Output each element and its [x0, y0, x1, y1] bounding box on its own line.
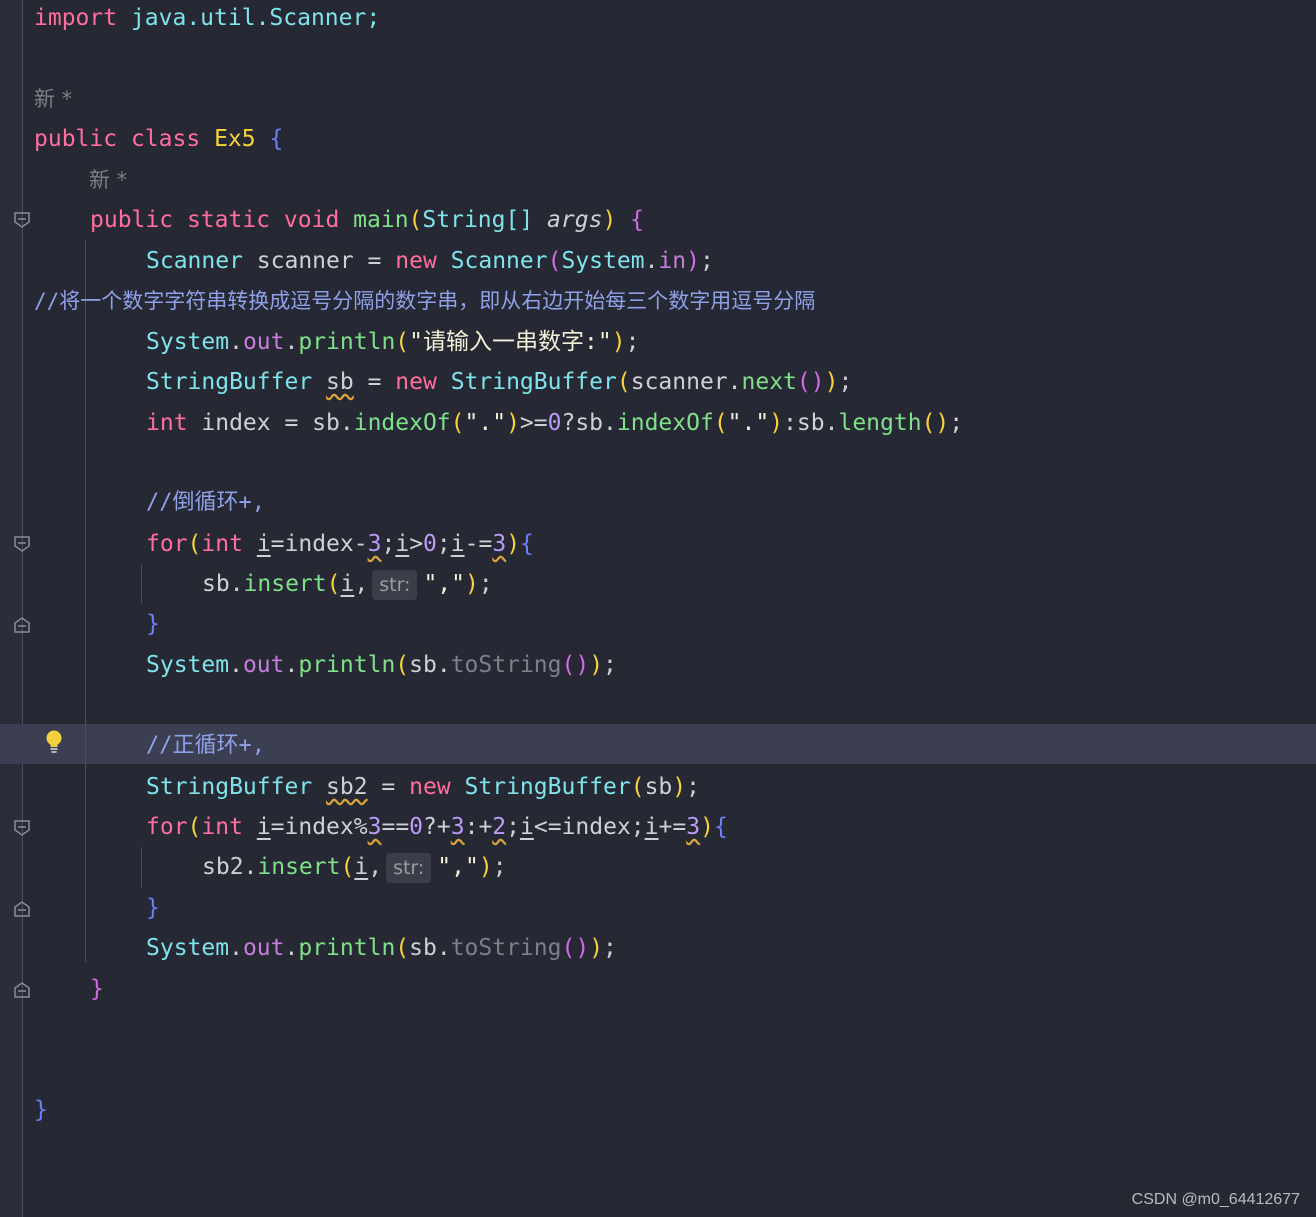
code-comment[interactable]: //将一个数字字符串转换成逗号分隔的数字串，即从右边开始每三个数字用逗号分隔 [34, 281, 815, 321]
code-editor[interactable]: import java.util.Scanner; 新 * public cla… [0, 0, 1316, 1217]
parameter-hint: str: [372, 569, 418, 600]
indent-guide [85, 240, 86, 962]
code-line-insert[interactable]: sb2.insert(i, str: ","); [202, 847, 507, 887]
code-line-println-prompt[interactable]: System.out.println("请输入一串数字:"); [146, 322, 639, 362]
closing-brace[interactable]: } [146, 604, 160, 644]
lightbulb-icon[interactable] [44, 729, 64, 755]
author-hint[interactable]: 新 * [89, 160, 127, 200]
code-line-sb2[interactable]: StringBuffer sb2 = new StringBuffer(sb); [146, 767, 700, 807]
closing-brace[interactable]: } [90, 969, 104, 1009]
fold-marker-icon[interactable] [13, 211, 31, 229]
author-hint[interactable]: 新 * [34, 79, 72, 119]
closing-brace[interactable]: } [146, 888, 160, 928]
code-line-for-forward[interactable]: for(int i=index%3==0?+3:+2;i<=index;i+=3… [146, 807, 728, 847]
code-line-sb[interactable]: StringBuffer sb = new StringBuffer(scann… [146, 362, 852, 402]
code-line-import[interactable]: import java.util.Scanner; [34, 0, 380, 38]
code-line-println[interactable]: System.out.println(sb.toString()); [146, 645, 617, 685]
indent-guide [141, 847, 142, 887]
closing-brace[interactable]: } [34, 1090, 48, 1130]
fold-marker-icon[interactable] [13, 819, 31, 837]
watermark: CSDN @m0_64412677 [1131, 1191, 1300, 1208]
indent-guide [141, 564, 142, 604]
code-line-insert[interactable]: sb.insert(i, str: ","); [202, 564, 493, 604]
code-comment[interactable]: //正循环+, [146, 726, 265, 766]
code-line-index[interactable]: int index = sb.indexOf(".")>=0?sb.indexO… [146, 403, 963, 443]
code-line-for-reverse[interactable]: for(int i=index-3;i>0;i-=3){ [146, 524, 534, 564]
parameter-hint: str: [386, 852, 432, 883]
code-line-println[interactable]: System.out.println(sb.toString()); [146, 928, 617, 968]
editor-gutter [0, 0, 23, 1217]
code-line-main[interactable]: public static void main(String[] args) { [90, 200, 644, 240]
code-comment[interactable]: //倒循环+, [146, 483, 265, 523]
fold-end-marker-icon[interactable] [13, 981, 31, 999]
fold-marker-icon[interactable] [13, 535, 31, 553]
code-line-scanner[interactable]: Scanner scanner = new Scanner(System.in)… [146, 241, 714, 281]
fold-end-marker-icon[interactable] [13, 900, 31, 918]
code-line-class[interactable]: public class Ex5 { [34, 119, 283, 159]
fold-end-marker-icon[interactable] [13, 616, 31, 634]
